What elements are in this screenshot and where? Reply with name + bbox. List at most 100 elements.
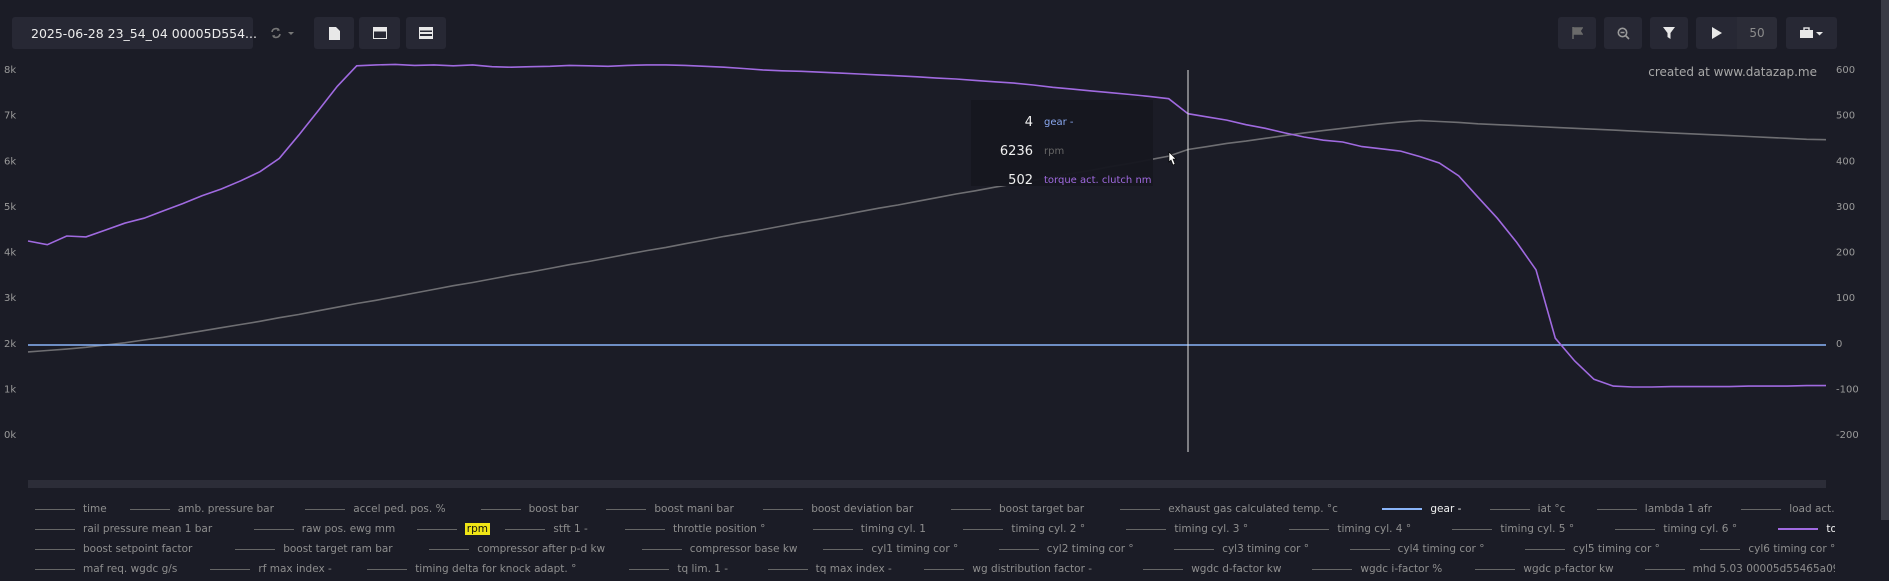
- legend-item[interactable]: rpm: [416, 523, 491, 535]
- legend-label: rpm: [464, 523, 491, 535]
- left-axis-tick: 6k: [4, 156, 16, 167]
- legend-swatch: [1120, 508, 1161, 510]
- tools-dropdown-button[interactable]: [1786, 17, 1837, 49]
- legend-item[interactable]: timing delta for knock adapt. °: [367, 563, 576, 575]
- legend-item[interactable]: boost bar: [480, 503, 578, 515]
- legend-swatch: [1382, 508, 1423, 510]
- legend-swatch: [998, 548, 1039, 550]
- document-button[interactable]: [314, 17, 354, 49]
- multi-panel-button[interactable]: [406, 17, 446, 49]
- legend-label: timing cyl. 5 °: [1500, 523, 1575, 535]
- legend-item[interactable]: wgdc i-factor %: [1312, 563, 1442, 575]
- legend-item[interactable]: amb. pressure bar: [129, 503, 274, 515]
- legend-item[interactable]: compressor base kw: [641, 543, 798, 555]
- legend-label: tq lim. 1 -: [677, 563, 729, 575]
- legend-item[interactable]: rail pressure mean 1 bar: [35, 523, 212, 535]
- file-select-button[interactable]: 2025-06-28 23_54_04 00005D554...: [12, 17, 257, 49]
- left-axis-tick: 0k: [4, 430, 16, 441]
- legend-item[interactable]: time: [35, 503, 107, 515]
- legend-label: boost setpoint factor: [83, 543, 193, 555]
- legend-label: exhaust gas calculated temp. °c: [1168, 503, 1338, 515]
- legend-item[interactable]: maf req. wgdc g/s: [35, 563, 177, 575]
- legend-label: cyl6 timing cor °: [1748, 543, 1835, 555]
- tooltip-label: torque act. clutch nm: [1044, 175, 1152, 186]
- legend-item[interactable]: stft 1 -: [505, 523, 588, 535]
- legend-label: cyl1 timing cor °: [871, 543, 959, 555]
- legend-item[interactable]: load act. %: [1741, 503, 1835, 515]
- document-icon: [328, 26, 340, 40]
- single-panel-button[interactable]: [359, 17, 400, 49]
- left-axis-tick: 4k: [4, 248, 16, 259]
- briefcase-icon: [1799, 27, 1823, 38]
- legend-item[interactable]: compressor after p-d kw: [429, 543, 605, 555]
- legend-item[interactable]: cyl5 timing cor °: [1525, 543, 1660, 555]
- legend-item[interactable]: cyl4 timing cor °: [1349, 543, 1484, 555]
- series-line-torque-act-clutch-nm: [27, 63, 1826, 388]
- legend-item[interactable]: boost target ram bar: [235, 543, 393, 555]
- legend-swatch: [253, 528, 294, 530]
- time-scroll-track[interactable]: [28, 480, 1826, 488]
- legend-swatch: [1644, 568, 1685, 570]
- legend-swatch: [35, 528, 75, 530]
- page-scrollbar[interactable]: [1881, 0, 1889, 520]
- right-axis-tick: 400: [1836, 156, 1855, 167]
- legend-label: iat °c: [1537, 503, 1566, 515]
- legend-item[interactable]: timing cyl. 1: [812, 523, 926, 535]
- legend-item[interactable]: exhaust gas calculated temp. °c: [1120, 503, 1338, 515]
- left-axis: 0k 1k 2k 3k 4k 5k 6k 7k 8k: [4, 65, 16, 441]
- legend-item[interactable]: timing cyl. 5 °: [1452, 523, 1574, 535]
- legend-item[interactable]: boost setpoint factor: [35, 543, 192, 555]
- legend-item[interactable]: raw pos. ewg mm: [253, 523, 395, 535]
- flag-button[interactable]: [1558, 17, 1596, 49]
- legend-item[interactable]: mhd 5.03 00005d55465a09 b58o1 v2.3 stg1 …: [1644, 563, 1835, 575]
- legend-item[interactable]: wgdc d-factor kw: [1143, 563, 1281, 575]
- right-axis-tick: 600: [1836, 65, 1855, 76]
- legend-swatch: [367, 568, 408, 570]
- legend-item[interactable]: tq max index -: [767, 563, 892, 575]
- legend-item[interactable]: accel ped. pos. %: [305, 503, 446, 515]
- left-axis-tick: 2k: [4, 339, 16, 350]
- left-axis-tick: 3k: [4, 293, 16, 304]
- legend-item[interactable]: boost deviation bar: [763, 503, 913, 515]
- legend: time amb. pressure bar accel ped. pos. % bo…: [35, 503, 1835, 581]
- play-icon: [1711, 27, 1722, 39]
- legend-item[interactable]: torque act. clutch nm: [1778, 523, 1835, 535]
- legend-swatch: [1174, 548, 1215, 550]
- play-button[interactable]: [1696, 17, 1737, 49]
- legend-swatch: [606, 508, 647, 510]
- legend-item[interactable]: boost mani bar: [606, 503, 734, 515]
- legend-label: boost mani bar: [654, 503, 734, 515]
- legend-item[interactable]: tq lim. 1 -: [629, 563, 728, 575]
- legend-item[interactable]: wg distribution factor -: [924, 563, 1092, 575]
- flag-icon: [1571, 27, 1583, 39]
- legend-swatch: [416, 528, 457, 530]
- log-chart[interactable]: 0k 1k 2k 3k 4k 5k 6k 7k 8k -200 -100 0 100 200 300 400…: [0, 60, 1889, 490]
- legend-item[interactable]: timing cyl. 2 °: [963, 523, 1085, 535]
- playback-speed[interactable]: 50: [1737, 17, 1777, 49]
- legend-item[interactable]: rf max index -: [210, 563, 332, 575]
- legend-label: maf req. wgdc g/s: [83, 563, 178, 575]
- filter-icon: [1663, 27, 1675, 39]
- legend-label: cyl5 timing cor °: [1573, 543, 1660, 555]
- legend-item[interactable]: cyl3 timing cor °: [1174, 543, 1309, 555]
- legend-item[interactable]: gear -: [1382, 503, 1461, 515]
- legend-item[interactable]: timing cyl. 6 °: [1615, 523, 1737, 535]
- legend-item[interactable]: timing cyl. 3 °: [1126, 523, 1248, 535]
- legend-item[interactable]: cyl1 timing cor °: [823, 543, 958, 555]
- legend-item[interactable]: throttle position °: [625, 523, 765, 535]
- legend-item[interactable]: wgdc p-factor kw: [1475, 563, 1614, 575]
- right-axis-tick: 500: [1836, 111, 1855, 122]
- legend-item[interactable]: lambda 1 afr: [1596, 503, 1712, 515]
- legend-item[interactable]: boost target bar: [951, 503, 1084, 515]
- legend-swatch: [429, 548, 470, 550]
- zoom-out-button[interactable]: [1604, 17, 1642, 49]
- legend-label: wgdc p-factor kw: [1523, 563, 1614, 575]
- legend-item[interactable]: timing cyl. 4 °: [1289, 523, 1411, 535]
- right-axis-tick: -100: [1836, 384, 1859, 395]
- legend-item[interactable]: cyl2 timing cor °: [998, 543, 1134, 555]
- sync-dropdown-button[interactable]: [262, 17, 304, 49]
- legend-label: lambda 1 afr: [1644, 503, 1712, 515]
- filter-button[interactable]: [1650, 17, 1688, 49]
- legend-item[interactable]: iat °c: [1489, 503, 1566, 515]
- legend-item[interactable]: cyl6 timing cor °: [1700, 543, 1835, 555]
